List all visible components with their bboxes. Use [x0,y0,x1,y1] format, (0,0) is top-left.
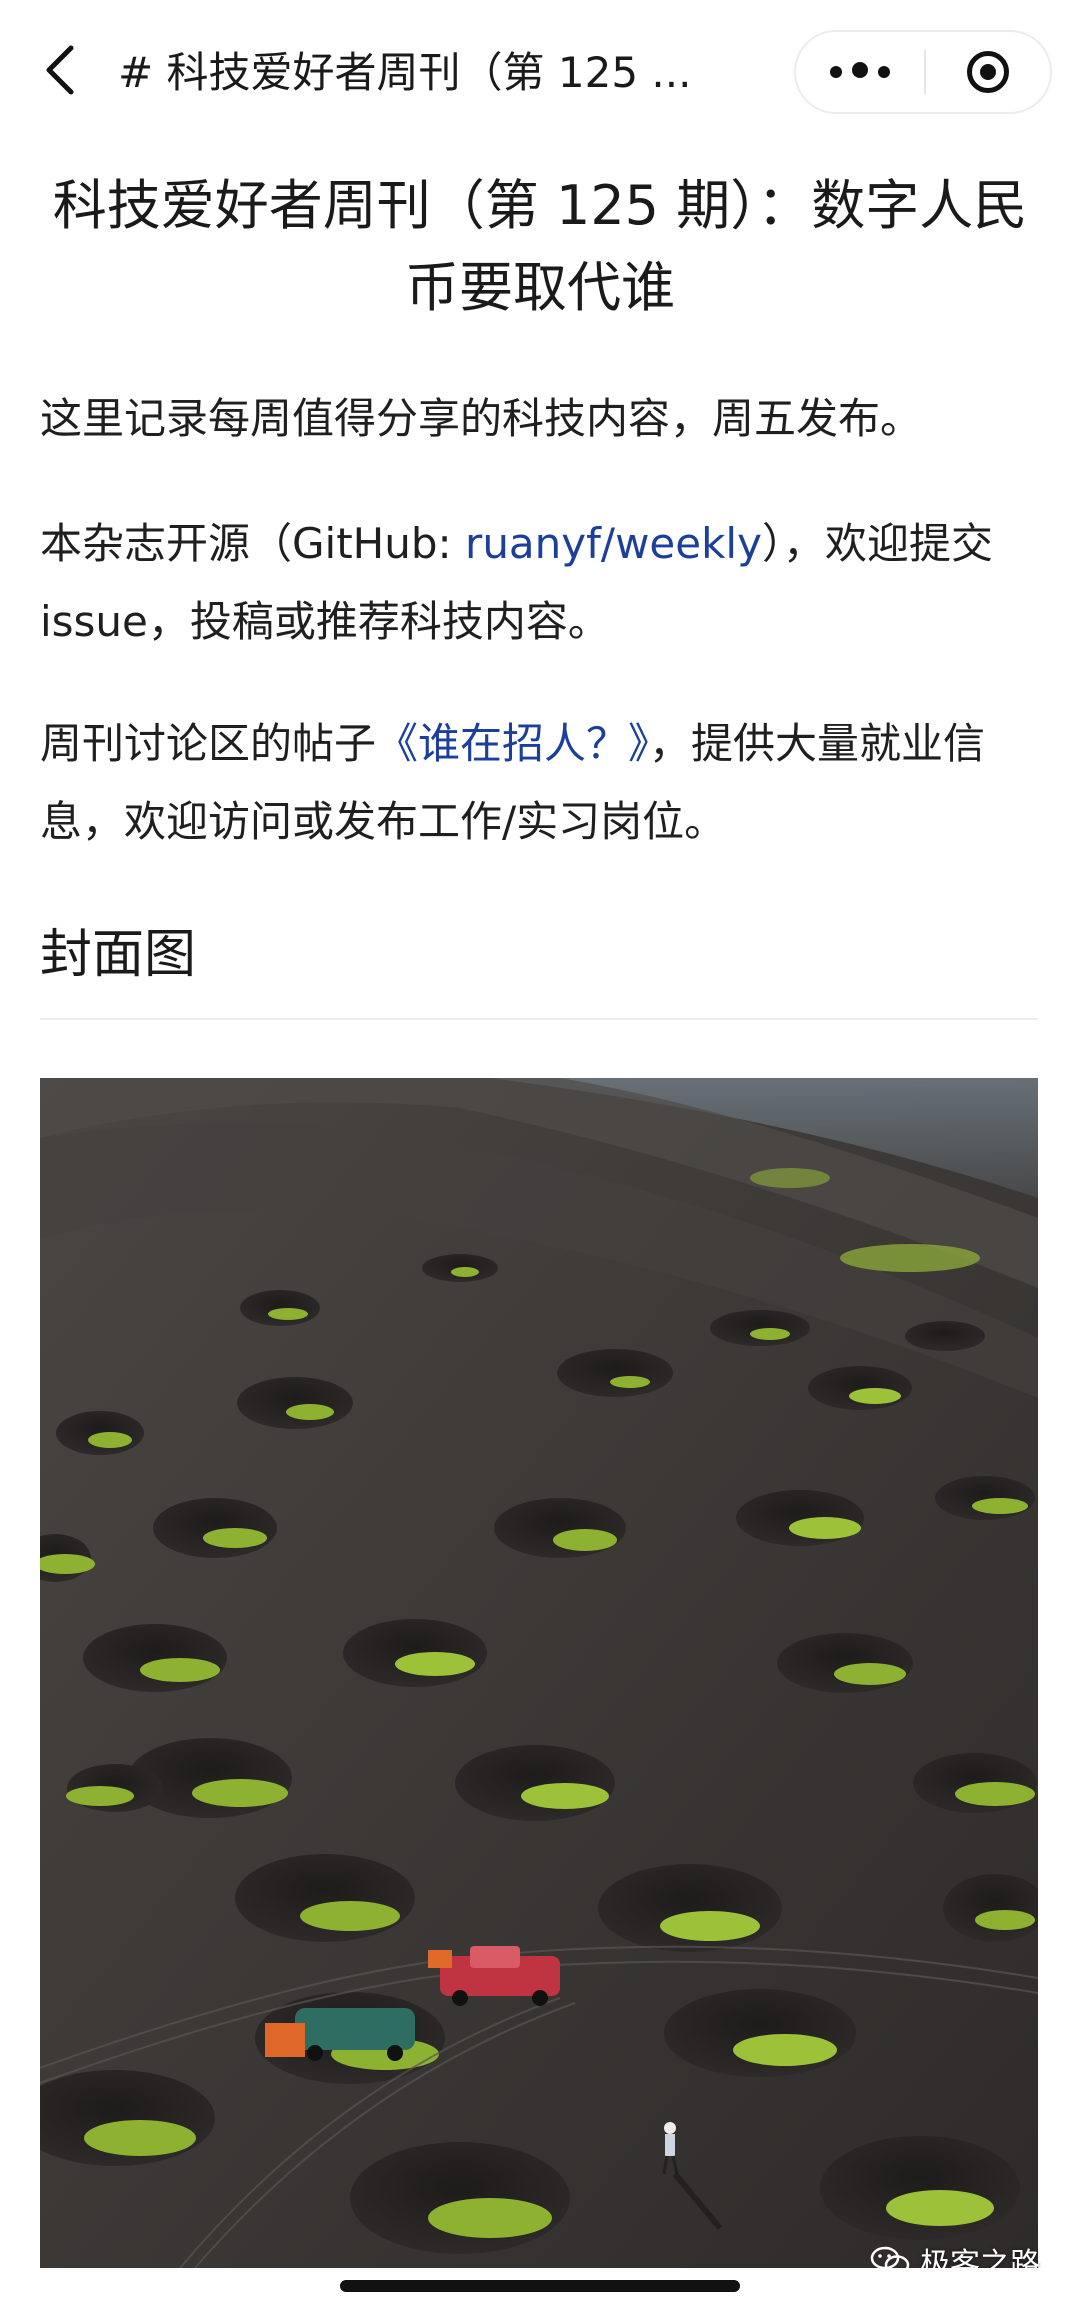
back-button[interactable] [36,38,84,102]
mini-program-capsule [794,30,1052,114]
jobs-text-before: 周刊讨论区的帖子 [40,719,377,768]
chevron-left-icon [46,45,74,95]
section-divider [40,1018,1038,1020]
more-dots-icon [825,62,895,82]
article-page: # 科技爱好者周刊（第 125 ... 科技爱好者周刊（第 125 期）：数字人… [0,0,1080,2312]
more-button[interactable] [796,32,924,112]
close-button[interactable] [926,32,1050,112]
jobs-paragraph: 周刊讨论区的帖子《谁在招人？》，提供大量就业信息，欢迎访问或发布工作/实习岗位。 [40,705,1040,861]
article-title: 科技爱好者周刊（第 125 期）：数字人民币要取代谁 [52,174,1028,319]
home-indicator[interactable] [340,2280,740,2292]
github-paragraph: 本杂志开源（GitHub: ruanyf/weekly），欢迎提交 issue，… [40,505,1040,661]
cover-illustration [40,1078,1038,2268]
section-heading-cover: 封面图 [40,925,197,985]
github-text-before: 本杂志开源（GitHub: [40,519,466,568]
cover-image[interactable] [40,1078,1038,2268]
jobs-thread-link[interactable]: 《谁在招人？》 [376,719,649,768]
github-repo-link[interactable]: ruanyf/weekly [465,519,762,568]
target-circle-icon [967,51,1009,93]
intro-paragraph: 这里记录每周值得分享的科技内容，周五发布。 [40,394,923,443]
nav-title: # 科技爱好者周刊（第 125 ... [118,48,692,97]
top-nav-bar: # 科技爱好者周刊（第 125 ... [0,0,1080,142]
